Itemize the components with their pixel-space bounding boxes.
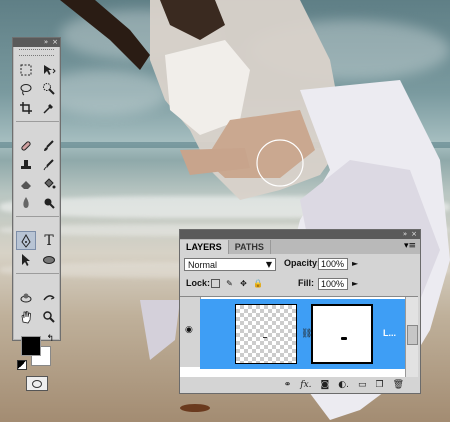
- eye-icon[interactable]: ◉: [185, 325, 193, 335]
- tools-panel: » × T ↰: [12, 37, 61, 391]
- add-mask-icon[interactable]: ◙: [321, 380, 330, 390]
- eyedropper-icon[interactable]: [39, 98, 59, 117]
- brush-icon[interactable]: [39, 136, 59, 155]
- eraser-icon[interactable]: [16, 174, 36, 193]
- fill-label: Fill:: [298, 278, 314, 288]
- swap-colors-icon[interactable]: ↰: [46, 334, 54, 344]
- 3d-orbit-icon[interactable]: [39, 288, 59, 307]
- dodge-icon[interactable]: [39, 193, 59, 212]
- layer-thumbnail[interactable]: [235, 304, 297, 364]
- lock-all-icon[interactable]: 🔒: [253, 279, 263, 288]
- blend-mode-value: Normal: [188, 260, 218, 270]
- layer-list: ◉ ⛓ L...: [180, 296, 418, 377]
- new-layer-icon[interactable]: ❐: [375, 380, 383, 390]
- foreground-color-swatch[interactable]: [21, 336, 41, 356]
- opacity-slider-icon[interactable]: ►: [352, 259, 358, 268]
- layers-panel: » × LAYERS PATHS ▾≡ Normal ▼ Opacity: 10…: [179, 229, 421, 394]
- quick-mask-icon: [31, 379, 42, 388]
- zoom-icon[interactable]: [39, 307, 59, 326]
- blend-mode-select[interactable]: Normal ▼: [184, 258, 276, 271]
- divider: [16, 269, 59, 274]
- tab-paths[interactable]: PATHS: [229, 240, 271, 254]
- close-icon[interactable]: ×: [411, 231, 417, 238]
- divider: [16, 212, 59, 217]
- tools-title-bar[interactable]: » ×: [13, 38, 60, 47]
- chevron-down-icon: ▼: [265, 260, 272, 269]
- color-swatches: ↰: [17, 334, 56, 372]
- history-brush-icon[interactable]: [39, 155, 59, 174]
- visibility-column: ◉: [180, 297, 201, 367]
- lock-pixels-icon[interactable]: ✎: [225, 279, 234, 288]
- layer-row[interactable]: ⛓ L...: [200, 299, 406, 369]
- lock-position-icon[interactable]: ✥: [239, 279, 248, 288]
- layers-footer: ⚭ fx. ◙ ◐. ▭ ❐ 🗑: [180, 377, 418, 393]
- paint-bucket-icon[interactable]: [39, 174, 59, 193]
- quick-selection-icon[interactable]: [39, 79, 59, 98]
- layer-style-icon[interactable]: fx.: [300, 380, 311, 390]
- ellipse-icon[interactable]: [39, 250, 59, 269]
- collapse-icon[interactable]: »: [403, 231, 407, 238]
- opacity-field[interactable]: 100%: [318, 258, 348, 270]
- path-selection-icon[interactable]: [16, 250, 36, 269]
- clone-stamp-icon[interactable]: [16, 155, 36, 174]
- 3d-rotate-icon[interactable]: [16, 288, 36, 307]
- type-icon[interactable]: T: [39, 231, 59, 250]
- close-icon[interactable]: ×: [52, 39, 58, 46]
- default-colors-icon[interactable]: [17, 360, 27, 370]
- hand-icon[interactable]: [16, 307, 36, 326]
- adjustment-layer-icon[interactable]: ◐.: [338, 380, 349, 390]
- layer-mask-thumbnail[interactable]: [311, 304, 373, 364]
- lock-label: Lock:: [186, 278, 211, 288]
- tab-layers[interactable]: LAYERS: [180, 240, 229, 254]
- layer-name[interactable]: L...: [383, 328, 396, 338]
- lock-row: Lock: ✎ ✥ 🔒 Fill: 100% ►: [180, 274, 420, 294]
- crop-icon[interactable]: [16, 98, 36, 117]
- healing-brush-icon[interactable]: [16, 136, 36, 155]
- pen-icon[interactable]: [16, 231, 36, 250]
- panel-tabs: LAYERS PATHS ▾≡: [180, 239, 420, 254]
- new-group-icon[interactable]: ▭: [358, 380, 367, 390]
- lasso-icon[interactable]: [16, 79, 36, 98]
- collapse-icon[interactable]: »: [44, 39, 48, 46]
- fill-field[interactable]: 100%: [318, 278, 348, 290]
- move-icon[interactable]: [39, 60, 59, 79]
- scrollbar[interactable]: [405, 297, 418, 377]
- link-layers-icon[interactable]: ⚭: [284, 380, 292, 390]
- drag-grip[interactable]: [19, 49, 54, 56]
- lock-transparency-icon[interactable]: [211, 279, 220, 288]
- scrollbar-thumb[interactable]: [407, 325, 418, 345]
- opacity-label: Opacity:: [284, 258, 321, 268]
- blend-row: Normal ▼ Opacity: 100% ►: [180, 254, 420, 274]
- fill-slider-icon[interactable]: ►: [352, 279, 358, 288]
- blur-icon[interactable]: [16, 193, 36, 212]
- panel-menu-icon[interactable]: ▾≡: [404, 241, 416, 251]
- delete-layer-icon[interactable]: 🗑: [393, 380, 404, 390]
- layers-title-bar[interactable]: » ×: [180, 230, 420, 239]
- marquee-icon[interactable]: [16, 60, 36, 79]
- quick-mask-button[interactable]: [25, 376, 48, 391]
- divider: [16, 117, 59, 122]
